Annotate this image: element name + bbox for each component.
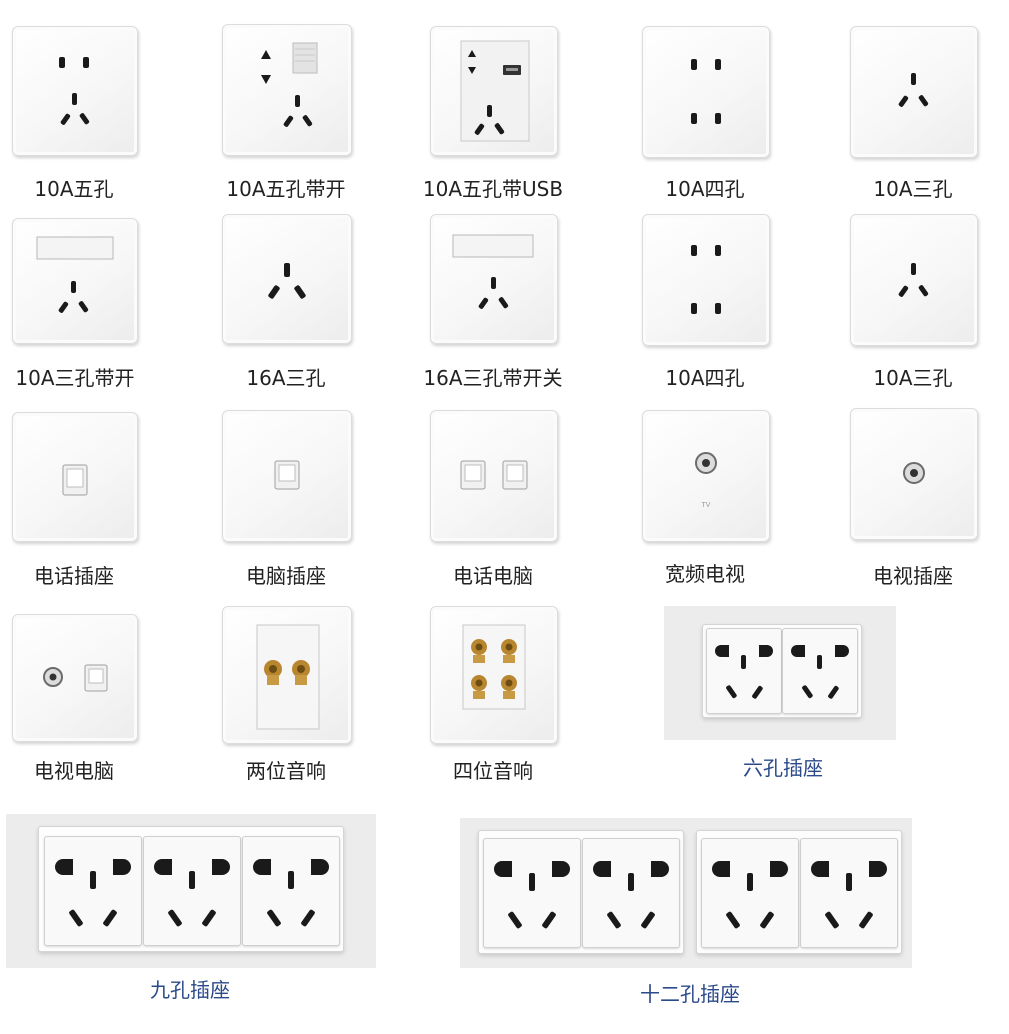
outlet-gang	[44, 836, 142, 946]
outlet-gang	[242, 836, 340, 946]
item-label: 宽频电视	[665, 562, 745, 586]
tv-network-icon	[43, 664, 108, 692]
two-position-speaker	[222, 606, 352, 744]
five-hole-outlet-switch-icon	[261, 42, 318, 127]
phone-jack-icon	[62, 464, 88, 496]
socket-10a-five-hole-usb	[430, 26, 558, 156]
four-position-speaker	[430, 606, 558, 744]
dual-jack-icon	[460, 460, 528, 490]
socket-10a-three-hole-with-switch	[12, 218, 138, 344]
outlet-gang	[782, 628, 858, 714]
four-hole-outlet-icon	[691, 245, 721, 314]
broadband-tv-socket: TV	[642, 410, 770, 542]
three-hole-outlet-icon	[898, 263, 929, 297]
item-label: 十二孔插座	[640, 982, 740, 1006]
item-label: 电视电脑	[34, 759, 114, 783]
five-hole-outlet-icon	[712, 861, 788, 929]
five-hole-outlet-icon	[154, 859, 230, 927]
socket-10a-four-hole	[642, 26, 770, 158]
five-hole-outlet-icon	[494, 861, 570, 929]
three-hole-16a-outlet-icon	[268, 263, 306, 299]
five-hole-outlet-icon	[253, 859, 329, 927]
item-label: 电视插座	[873, 564, 953, 588]
item-label: 10A五孔带开	[226, 177, 346, 201]
item-label: 四位音响	[453, 759, 533, 783]
computer-socket	[222, 410, 352, 542]
network-jack-icon	[274, 460, 300, 490]
item-label: 10A五孔	[34, 177, 114, 201]
speaker-terminal-icon	[462, 624, 526, 710]
item-label: 两位音响	[246, 759, 326, 783]
three-hole-outlet-icon	[898, 73, 929, 107]
five-hole-outlet-icon	[715, 645, 773, 699]
item-label: 电话插座	[34, 564, 114, 588]
speaker-terminal-icon	[256, 624, 320, 730]
item-label: 电脑插座	[246, 564, 326, 588]
outlet-gang	[800, 838, 898, 948]
item-label: 电话电脑	[453, 564, 533, 588]
three-hole-16a-switch-icon	[452, 234, 534, 309]
outlet-gang	[143, 836, 241, 946]
item-label: 10A四孔	[665, 177, 745, 201]
tv-socket	[850, 408, 978, 540]
item-label: 16A三孔带开关	[423, 366, 563, 390]
three-hole-outlet-switch-icon	[36, 236, 114, 313]
outlet-gang	[582, 838, 680, 948]
item-label: 10A三孔	[873, 366, 953, 390]
outlet-gang	[483, 838, 581, 948]
usb-outlet-icon	[460, 40, 530, 142]
socket-16a-three-hole-with-switch	[430, 214, 558, 344]
coax-tv-icon	[903, 462, 925, 484]
item-label: 六孔插座	[743, 756, 823, 780]
item-label: 16A三孔	[246, 366, 326, 390]
socket-10a-five-hole-with-switch	[222, 24, 352, 156]
item-label: 10A三孔带开	[15, 366, 135, 390]
socket-10a-three-hole	[850, 26, 978, 158]
item-label: 10A五孔带USB	[422, 177, 564, 201]
tv-computer-socket	[12, 614, 138, 742]
five-hole-outlet-icon	[55, 859, 131, 927]
phone-socket	[12, 412, 138, 542]
five-hole-outlet-icon	[791, 645, 849, 699]
five-hole-outlet-icon	[593, 861, 669, 929]
item-label: 九孔插座	[150, 978, 230, 1002]
coax-tv-icon: TV	[695, 452, 717, 509]
phone-computer-socket	[430, 410, 558, 542]
item-label: 10A三孔	[873, 177, 953, 201]
five-hole-outlet-icon	[59, 57, 90, 125]
socket-10a-five-hole	[12, 26, 138, 156]
socket-10a-three-hole-2	[850, 214, 978, 346]
socket-16a-three-hole	[222, 214, 352, 344]
outlet-gang	[706, 628, 782, 714]
five-hole-outlet-icon	[811, 861, 887, 929]
socket-10a-four-hole-2	[642, 214, 770, 346]
tv-plate-text: TV	[702, 502, 711, 509]
item-label: 10A四孔	[665, 366, 745, 390]
four-hole-outlet-icon	[691, 59, 721, 124]
outlet-gang	[701, 838, 799, 948]
